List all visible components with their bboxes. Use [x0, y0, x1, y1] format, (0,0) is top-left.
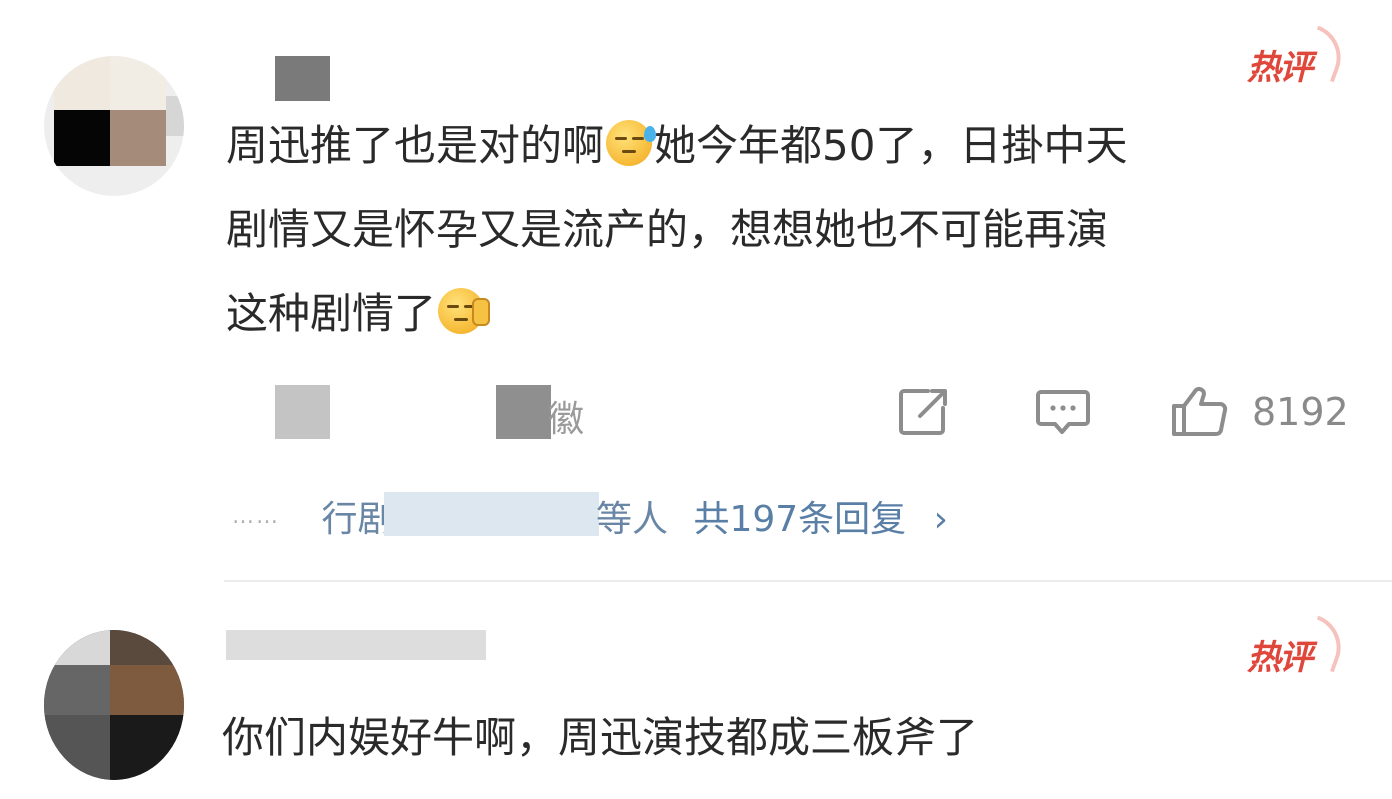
- reply-names-suffix: 等人: [596, 499, 669, 540]
- comment-text: 周迅推了也是对的啊 她今年都50了，日掛中天 剧情又是怀孕又是流产的，想想她也不可…: [226, 104, 1127, 356]
- hot-comment-badge-label: 热评: [1247, 48, 1313, 88]
- like-count: 8192: [1252, 390, 1349, 434]
- timestamp: [275, 385, 330, 439]
- reply-summary[interactable]: 等人 共197条回复 ›: [596, 490, 948, 542]
- repost-icon[interactable]: [898, 386, 950, 440]
- hot-comment-badge-label: 热评: [1247, 638, 1313, 678]
- chevron-right-icon[interactable]: ›: [934, 499, 948, 540]
- source-device-fragment: 徽: [548, 399, 585, 440]
- comment-text-part: 你们内娱好牛啊，周迅演技都成三板斧了: [222, 713, 979, 762]
- reply-preview[interactable]: …… 行剧: [232, 490, 393, 542]
- reply-names-fragment: 行剧: [321, 499, 394, 540]
- comment-icon[interactable]: [1035, 388, 1091, 442]
- comment-text: 你们内娱好牛啊，周迅演技都成三板斧了: [222, 696, 978, 780]
- salute-icon: [438, 288, 491, 334]
- comment-text-part: 周迅推了也是对的啊: [226, 121, 605, 170]
- reply-names-blurred: [384, 492, 599, 536]
- avatar[interactable]: [44, 56, 184, 196]
- source-device: [496, 385, 551, 439]
- reply-count-link[interactable]: 共197条回复: [693, 499, 906, 540]
- hot-comment-badge: 热评: [1247, 615, 1351, 679]
- comment-text-part: 剧情又是怀孕又是流产的，想想她也不可能再演: [226, 205, 1109, 254]
- comment-text-part: 她今年都50了，日掛中天: [654, 121, 1128, 170]
- comment-text-part: 这种剧情了: [226, 289, 437, 338]
- username[interactable]: [275, 56, 330, 101]
- comment-divider: [224, 580, 1392, 582]
- avatar[interactable]: [44, 630, 184, 780]
- reply-dots: ……: [232, 504, 280, 529]
- hot-comment-badge: 热评: [1247, 25, 1351, 89]
- thumbs-up-icon[interactable]: [1170, 384, 1230, 442]
- sweat-smile-icon: [606, 120, 657, 166]
- username[interactable]: [226, 630, 486, 660]
